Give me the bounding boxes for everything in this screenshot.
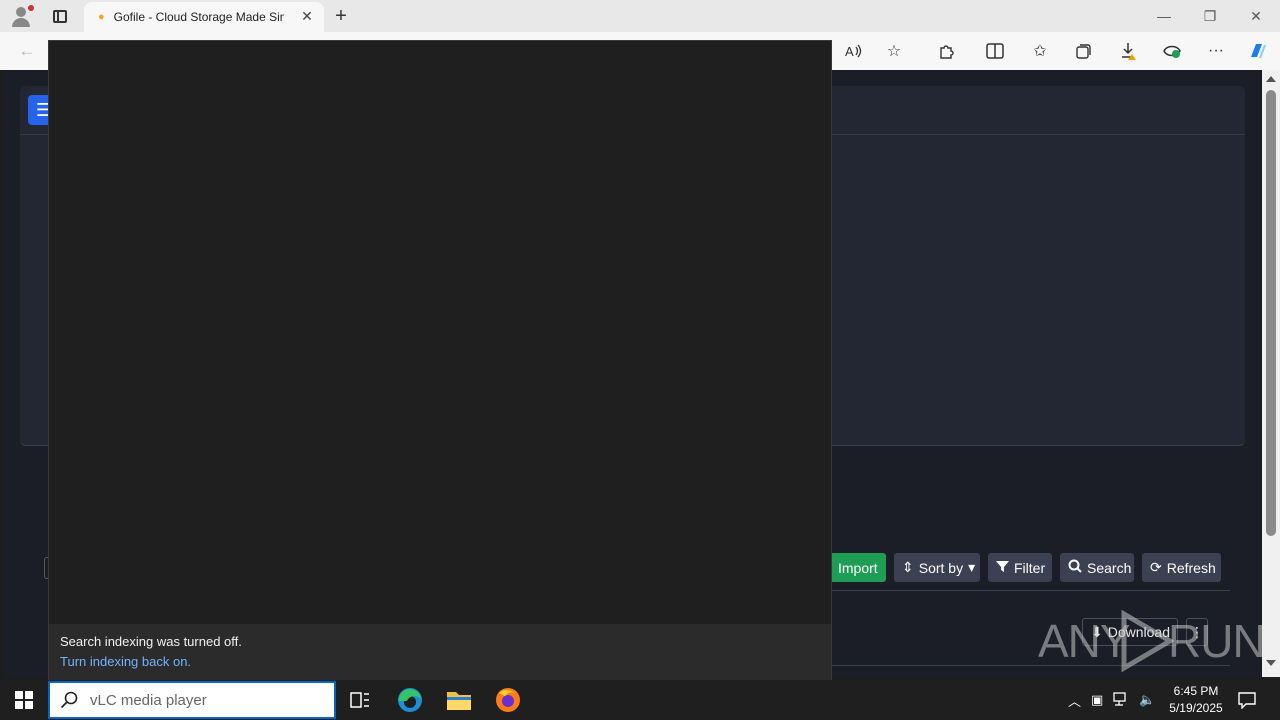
start-button[interactable] xyxy=(0,680,48,720)
refresh-icon: ⟳ xyxy=(1150,559,1162,575)
search-button[interactable]: Search xyxy=(1060,553,1134,582)
watermark-left-text: ANY xyxy=(1038,615,1131,667)
svg-text:A: A xyxy=(845,44,854,59)
search-query-text: vLC media player xyxy=(90,691,207,709)
new-tab-button[interactable]: + xyxy=(330,5,352,27)
scroll-down-arrow-icon[interactable] xyxy=(1266,660,1276,666)
system-clock[interactable]: 6:45 PM 5/19/2025 xyxy=(1165,683,1227,717)
search-icon xyxy=(60,691,78,709)
task-view-icon[interactable] xyxy=(340,684,380,716)
import-label: Import xyxy=(838,559,878,576)
collections-icon[interactable] xyxy=(1072,40,1096,62)
window-close-button[interactable]: ✕ xyxy=(1233,0,1279,32)
windows-taskbar: vLC media player ︿ ▣ 🔈 6:45 PM 5/19/2025 xyxy=(0,680,1280,720)
refresh-label: Refresh xyxy=(1166,559,1216,576)
split-screen-icon[interactable] xyxy=(983,40,1007,62)
window-minimize-button[interactable]: — xyxy=(1141,0,1187,32)
scroll-up-arrow-icon[interactable] xyxy=(1266,76,1276,82)
profile-icon[interactable] xyxy=(8,5,34,27)
sort-label: Sort by xyxy=(918,559,964,576)
favorite-star-icon[interactable]: ☆ xyxy=(882,40,906,62)
window-maximize-button[interactable]: ❐ xyxy=(1187,0,1233,32)
tab-actions-icon[interactable] xyxy=(50,6,70,26)
extensions-icon[interactable] xyxy=(935,40,959,62)
volume-icon[interactable]: 🔈 xyxy=(1139,692,1155,708)
gofile-favicon-icon: ● xyxy=(98,11,105,23)
filter-label: Filter xyxy=(1014,559,1046,576)
clock-date: 5/19/2025 xyxy=(1169,701,1223,715)
browser-essentials-icon[interactable] xyxy=(1160,40,1184,62)
more-menu-icon[interactable]: ··· xyxy=(1204,40,1228,62)
watermark-right-text: RUN xyxy=(1168,615,1266,667)
read-aloud-icon[interactable]: A xyxy=(842,40,866,62)
windows-logo-icon xyxy=(15,691,33,709)
file-explorer-icon[interactable] xyxy=(439,684,479,716)
windows-search-panel: Search indexing was turned off. Turn ind… xyxy=(48,40,832,680)
filter-icon xyxy=(996,560,1009,576)
back-arrow-icon[interactable]: ← xyxy=(16,41,38,61)
toolbar-divider xyxy=(830,590,1230,591)
network-icon[interactable] xyxy=(1113,691,1129,709)
filter-button[interactable]: Filter xyxy=(988,553,1052,582)
tab-close-button[interactable]: ✕ xyxy=(299,8,315,24)
page-scrollbar[interactable] xyxy=(1262,70,1280,677)
turn-indexing-on-link[interactable]: Turn indexing back on. xyxy=(60,654,820,669)
anyrun-watermark: ANY RUN xyxy=(1038,610,1266,672)
browser-tab-active[interactable]: ● Gofile - Cloud Storage Made Simple ✕ xyxy=(84,2,324,32)
indexing-message: Search indexing was turned off. xyxy=(60,634,242,649)
meet-now-icon[interactable]: ▣ xyxy=(1091,692,1103,708)
caret-down-icon: ▾ xyxy=(968,559,976,575)
taskbar-search-input[interactable]: vLC media player xyxy=(48,681,336,719)
import-button[interactable]: Import xyxy=(830,553,886,582)
copilot-icon[interactable] xyxy=(1246,40,1270,62)
refresh-button[interactable]: ⟳ Refresh xyxy=(1142,553,1221,582)
play-logo-icon xyxy=(1121,610,1174,672)
tab-title: Gofile - Cloud Storage Made Simple xyxy=(113,10,284,24)
search-label: Search xyxy=(1087,559,1132,576)
favorites-icon[interactable]: ✩ xyxy=(1028,40,1052,62)
sort-icon: ⇕ xyxy=(902,559,914,575)
downloads-icon[interactable] xyxy=(1117,40,1141,62)
tray-overflow-chevron-icon[interactable]: ︿ xyxy=(1068,691,1081,710)
clock-time: 6:45 PM xyxy=(1173,684,1219,698)
notification-center-icon[interactable] xyxy=(1234,688,1260,712)
firefox-icon[interactable] xyxy=(488,684,528,716)
system-tray: ︿ ▣ 🔈 xyxy=(1068,680,1156,720)
magnifier-icon xyxy=(1068,559,1082,576)
sort-by-button[interactable]: ⇕ Sort by ▾ xyxy=(894,553,980,582)
browser-tab-bar: ● Gofile - Cloud Storage Made Simple ✕ +… xyxy=(0,0,1280,32)
search-indexing-notice: Search indexing was turned off. Turn ind… xyxy=(49,624,831,680)
scrollbar-thumb[interactable] xyxy=(1266,90,1276,536)
edge-browser-icon[interactable] xyxy=(390,684,430,716)
